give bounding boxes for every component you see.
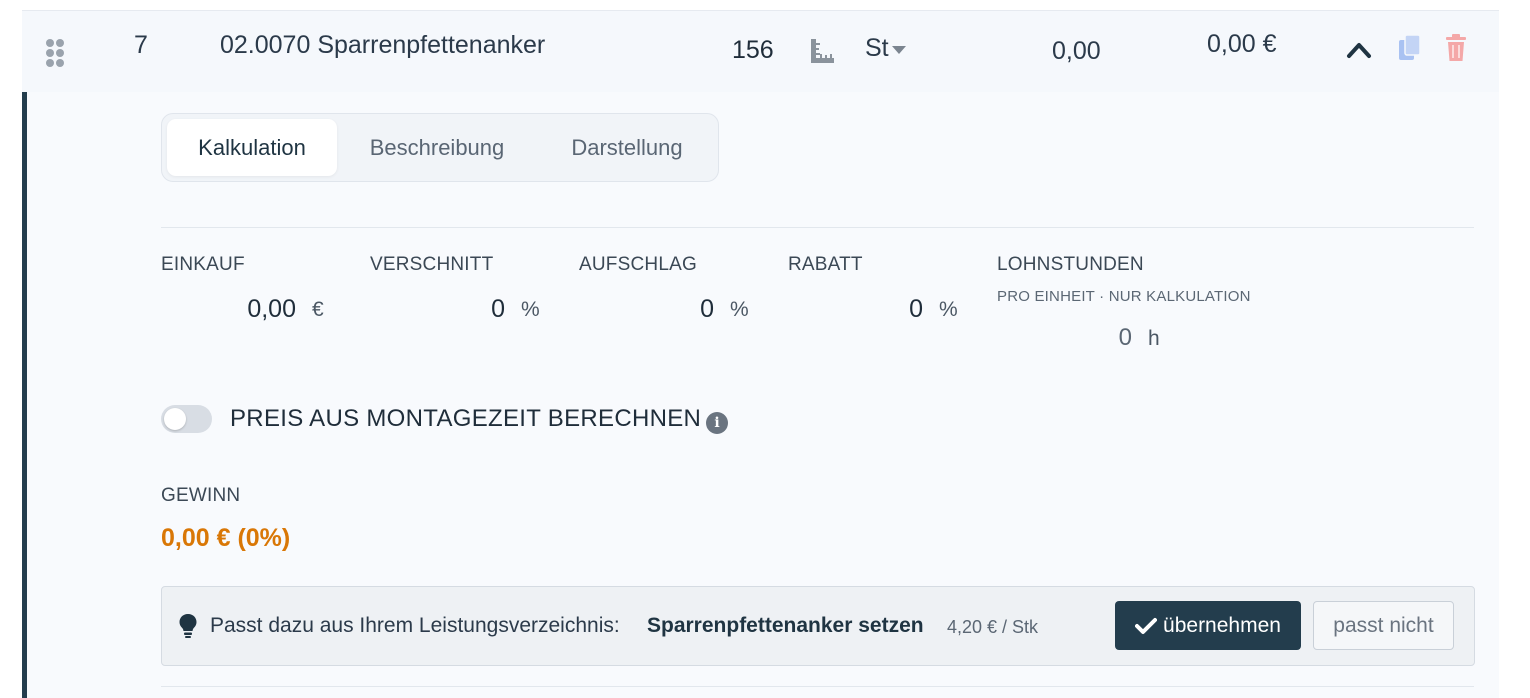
tab-darstellung[interactable]: Darstellung xyxy=(542,119,712,176)
chevron-up-icon[interactable] xyxy=(1345,37,1373,61)
unit-price: 0,00 xyxy=(1052,37,1101,65)
rabatt-input[interactable]: 0 xyxy=(788,295,923,324)
copy-icon[interactable] xyxy=(1397,33,1423,63)
verschnitt-label: VERSCHNITT xyxy=(370,254,494,275)
quantity-value[interactable]: 156 xyxy=(732,36,774,65)
einkauf-label: EINKAUF xyxy=(161,254,245,275)
einkauf-unit: € xyxy=(312,298,324,321)
rabatt-label: RABATT xyxy=(788,254,863,275)
accept-suggestion-label: übernehmen xyxy=(1163,613,1281,637)
ruler-icon[interactable] xyxy=(808,37,836,65)
suggestion-price: 4,20 € / Stk xyxy=(947,617,1039,637)
montagezeit-toggle[interactable] xyxy=(161,405,212,433)
total-price: 0,00 € xyxy=(1207,30,1277,58)
suggestion-box: Passt dazu aus Ihrem Leistungsverzeichni… xyxy=(161,586,1475,666)
position-details-panel: Kalkulation Beschreibung Darstellung EIN… xyxy=(22,92,1499,698)
aufschlag-unit: % xyxy=(730,298,749,321)
position-row-header: 7 02.0070 Sparrenpfettenanker 156 St 0,0… xyxy=(22,10,1499,92)
lohnstunden-unit: h xyxy=(1148,327,1160,350)
accept-suggestion-button[interactable]: übernehmen xyxy=(1115,601,1301,650)
position-editor: 7 02.0070 Sparrenpfettenanker 156 St 0,0… xyxy=(0,0,1530,698)
profit-value: 0,00 € (0%) xyxy=(161,524,291,552)
reject-suggestion-button[interactable]: passt nicht xyxy=(1313,601,1454,650)
tab-bar: Kalkulation Beschreibung Darstellung xyxy=(161,113,719,182)
position-number: 7 xyxy=(134,31,148,59)
aufschlag-input[interactable]: 0 xyxy=(579,295,714,324)
verschnitt-input[interactable]: 0 xyxy=(370,295,505,324)
rabatt-unit: % xyxy=(939,298,958,321)
lohnstunden-label: LOHNSTUNDEN xyxy=(997,254,1144,275)
drag-handle-icon[interactable] xyxy=(46,39,66,67)
tab-kalkulation[interactable]: Kalkulation xyxy=(167,119,337,176)
lohnstunden-input[interactable]: 0 xyxy=(997,324,1132,352)
divider xyxy=(161,686,1474,687)
einkauf-input[interactable]: 0,00 xyxy=(161,295,296,324)
divider xyxy=(161,227,1474,228)
tab-beschreibung[interactable]: Beschreibung xyxy=(352,119,522,176)
montagezeit-toggle-label: PREIS AUS MONTAGEZEIT BERECHNEN xyxy=(230,405,702,432)
toggle-knob xyxy=(164,408,186,430)
aufschlag-label: AUFSCHLAG xyxy=(579,254,697,275)
item-title[interactable]: 02.0070 Sparrenpfettenanker xyxy=(220,31,545,60)
check-icon xyxy=(1135,617,1158,634)
trash-icon[interactable] xyxy=(1443,33,1469,63)
verschnitt-unit: % xyxy=(521,298,540,321)
lightbulb-icon xyxy=(179,614,197,638)
unit-select[interactable]: St xyxy=(865,34,906,63)
info-icon[interactable]: i xyxy=(706,412,728,434)
caret-down-icon xyxy=(891,46,906,54)
suggestion-text: Passt dazu aus Ihrem Leistungsverzeichni… xyxy=(210,614,620,637)
lohnstunden-sublabel: PRO EINHEIT · NUR KALKULATION xyxy=(997,288,1251,305)
unit-select-value: St xyxy=(865,34,889,62)
profit-label: GEWINN xyxy=(161,485,241,506)
suggestion-item: Sparrenpfettenanker setzen xyxy=(647,614,924,637)
